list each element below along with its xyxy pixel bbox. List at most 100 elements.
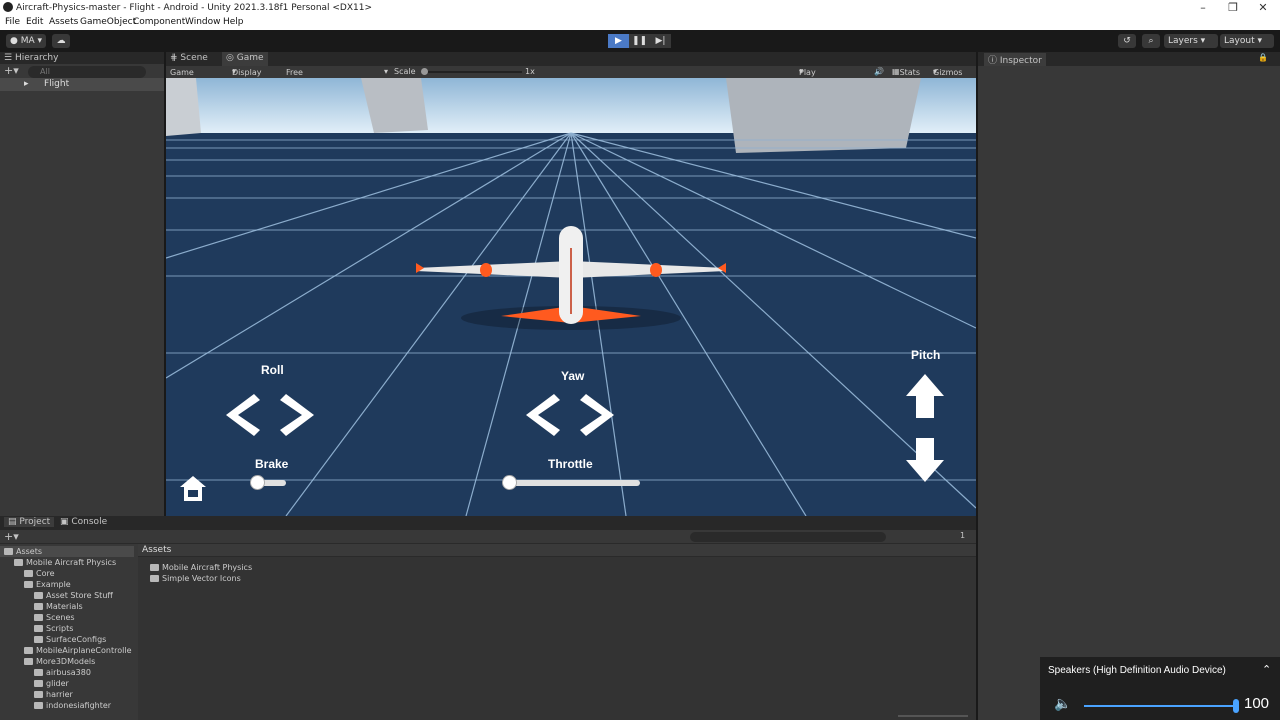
stats-button[interactable]: ▦ Stats <box>892 67 920 77</box>
folder-tree-label: Mobile Aircraft Physics <box>26 558 117 567</box>
menu-file[interactable]: File <box>5 17 20 27</box>
roll-left-arrow-icon[interactable] <box>226 394 260 436</box>
pitch-up-arrow-icon[interactable] <box>906 374 944 418</box>
folder-tree-label: Scenes <box>46 613 75 622</box>
roll-controls <box>226 394 314 436</box>
play-button[interactable]: ▶ <box>608 34 629 48</box>
inspector-tab-label: Inspector <box>999 56 1042 66</box>
folder-tree-item[interactable]: MobileAirplaneControlle <box>24 645 131 656</box>
folder-tree-item[interactable]: Example <box>24 579 71 590</box>
menu-edit[interactable]: Edit <box>26 17 43 27</box>
hierarchy-item-flight[interactable]: ▸ Flight <box>0 78 164 91</box>
yaw-left-arrow-icon[interactable] <box>526 394 560 436</box>
layout-label: Layout <box>1224 36 1255 46</box>
folder-tree-item[interactable]: Mobile Aircraft Physics <box>14 557 116 568</box>
menu-window[interactable]: Window <box>185 17 221 27</box>
folder-tree-item[interactable]: Scripts <box>34 623 73 634</box>
folder-tree-item[interactable]: indonesiafighter <box>34 700 111 711</box>
icon-size-slider[interactable] <box>898 715 968 717</box>
pause-button[interactable]: ❚❚ <box>629 34 650 48</box>
folder-tree-label: Example <box>36 580 71 589</box>
roll-right-arrow-icon[interactable] <box>280 394 314 436</box>
mute-audio-icon[interactable]: 🔊 <box>874 67 884 76</box>
close-button[interactable]: ✕ <box>1256 1 1270 14</box>
throttle-slider-handle[interactable] <box>502 475 517 490</box>
folder-icon <box>34 592 43 599</box>
speaker-icon[interactable]: 🔈 <box>1054 696 1071 712</box>
account-label: MA <box>20 36 35 46</box>
tab-console[interactable]: ▣ Console <box>60 517 107 527</box>
folder-tree-item[interactable]: More3DModels <box>24 656 95 667</box>
tab-game[interactable]: ◎ Game <box>222 52 268 66</box>
yaw-right-arrow-icon[interactable] <box>580 394 614 436</box>
unity-logo-icon <box>3 2 13 12</box>
history-icon[interactable]: ↺ <box>1118 34 1136 48</box>
search-icon[interactable]: ⌕ <box>1142 34 1160 48</box>
folder-icon <box>34 636 43 643</box>
hidden-packages-badge[interactable]: 1 <box>960 531 965 540</box>
project-folder-tree: Assets Mobile Aircraft Physics Core Example… <box>0 544 138 720</box>
folder-icon <box>150 564 159 571</box>
brake-slider-handle[interactable] <box>250 475 265 490</box>
yaw-label: Yaw <box>561 369 585 383</box>
hierarchy-search-input[interactable]: All <box>28 66 146 78</box>
folder-tree-item[interactable]: Materials <box>34 601 83 612</box>
folder-icon <box>34 680 43 687</box>
asset-folder-item[interactable]: Simple Vector Icons <box>150 574 241 583</box>
inspector-tab[interactable]: ⓘ Inspector <box>984 53 1046 66</box>
folder-tree-item[interactable]: airbusa380 <box>34 667 91 678</box>
folder-tree-item[interactable]: harrier <box>34 689 73 700</box>
maximize-button[interactable]: ❐ <box>1226 1 1240 14</box>
asset-folder-item[interactable]: Mobile Aircraft Physics <box>150 563 252 572</box>
folder-tree-label: glider <box>46 679 69 688</box>
aspect-chevron-icon[interactable]: ▾ <box>384 67 388 76</box>
tab-scene[interactable]: ⋕ Scene <box>170 53 208 63</box>
folder-tree-item[interactable]: SurfaceConfigs <box>34 634 106 645</box>
tab-console-label: Console <box>71 517 108 527</box>
scale-slider-handle[interactable] <box>421 68 428 75</box>
layout-dropdown[interactable]: Layout ▾ <box>1220 34 1274 48</box>
display-dropdown[interactable]: Display 1 ▾ <box>232 67 262 86</box>
cloud-icon[interactable]: ☁ <box>52 34 70 48</box>
home-icon[interactable] <box>178 474 208 504</box>
layers-dropdown[interactable]: Layers ▾ <box>1164 34 1218 48</box>
inspector-panel: ⓘ Inspector 🔒 <box>978 52 1280 516</box>
folder-icon <box>24 570 33 577</box>
lock-icon[interactable]: 🔒 <box>1258 53 1268 62</box>
folder-tree-label: Scripts <box>46 624 74 633</box>
chevron-up-icon[interactable]: ⌃ <box>1262 663 1271 676</box>
folder-tree-item[interactable]: Assets <box>0 546 134 557</box>
gizmos-button[interactable]: Gizmos ▾ <box>933 67 962 77</box>
project-assets-view: Assets Mobile Aircraft Physics Simple Ve… <box>138 544 976 720</box>
tab-project[interactable]: ▤ Project <box>4 517 55 527</box>
scale-slider[interactable] <box>422 71 522 73</box>
menu-assets[interactable]: Assets <box>49 17 78 27</box>
folder-tree-item[interactable]: glider <box>34 678 69 689</box>
tab-scene-label: Scene <box>180 53 208 63</box>
folder-tree-label: Asset Store Stuff <box>46 591 113 600</box>
create-add-icon[interactable]: +▾ <box>4 530 19 543</box>
volume-slider-handle[interactable] <box>1233 699 1239 713</box>
hierarchy-tab[interactable]: ☰ Hierarchy <box>4 53 58 63</box>
gizmos-label: Gizmos <box>933 68 963 77</box>
folder-icon <box>150 575 159 582</box>
menu-gameobject[interactable]: GameObject <box>80 17 136 27</box>
play-focused-dropdown[interactable]: Play Focused ▾ <box>799 67 832 86</box>
minimize-button[interactable]: – <box>1196 1 1210 14</box>
folder-tree-item[interactable]: Scenes <box>34 612 75 623</box>
speaker-device-name[interactable]: Speakers (High Definition Audio Device) <box>1048 665 1226 676</box>
assets-breadcrumb: Assets <box>138 544 976 557</box>
volume-slider[interactable] <box>1084 705 1234 707</box>
inspector-tab-strip: ⓘ Inspector 🔒 <box>978 52 1280 66</box>
game-viewport[interactable]: Roll Yaw Pitch Brake Throttle <box>166 78 976 516</box>
pitch-down-arrow-icon[interactable] <box>906 438 944 482</box>
menu-component[interactable]: Component <box>133 17 185 27</box>
folder-tree-item[interactable]: Asset Store Stuff <box>34 590 113 601</box>
project-search-input[interactable] <box>690 532 886 542</box>
folder-tree-item[interactable]: Core <box>24 568 55 579</box>
menu-help[interactable]: Help <box>223 17 244 27</box>
throttle-slider[interactable] <box>504 480 640 486</box>
account-button[interactable]: ● MA ▾ <box>6 34 46 48</box>
step-button[interactable]: ▶| <box>650 34 671 48</box>
add-icon[interactable]: +▾ <box>4 64 19 77</box>
